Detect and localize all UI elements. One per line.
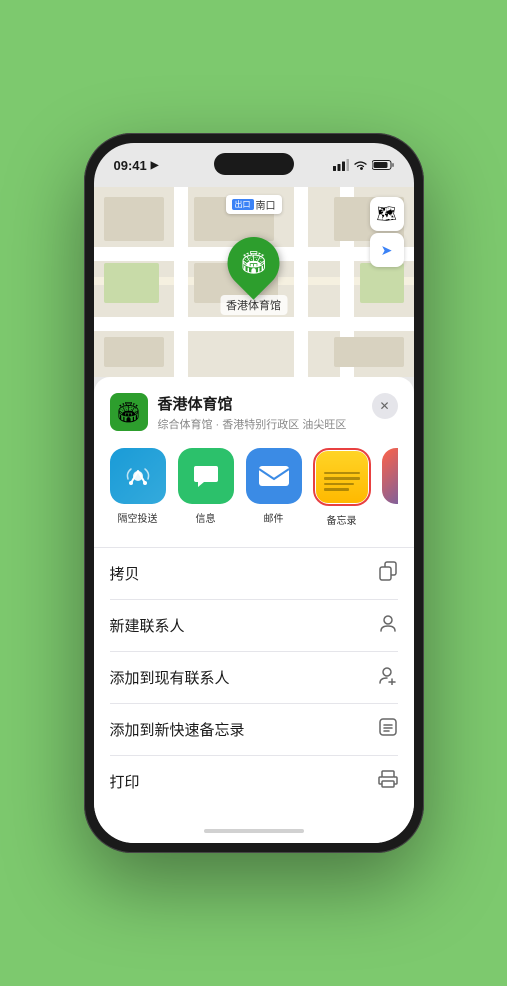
bottom-sheet: 🏟 香港体育馆 综合体育馆 · 香港特别行政区 油尖旺区 ✕ xyxy=(94,377,414,823)
location-pin: 🏟 香港体育馆 xyxy=(220,237,287,315)
place-text: 香港体育馆 综合体育馆 · 香港特别行政区 油尖旺区 xyxy=(158,393,362,432)
add-existing-icon xyxy=(378,665,398,690)
map-block xyxy=(104,263,159,303)
share-row: 隔空投送 信息 xyxy=(110,448,398,531)
messages-icon-wrap xyxy=(178,448,234,504)
action-label-copy: 拷贝 xyxy=(110,563,140,584)
status-icons xyxy=(333,159,394,171)
action-label-new-contact: 新建联系人 xyxy=(110,615,185,636)
map-block xyxy=(360,263,404,303)
road xyxy=(174,187,188,377)
map-type-button[interactable]: 🗺 xyxy=(370,197,404,231)
road xyxy=(94,317,414,331)
location-button[interactable]: ➤ xyxy=(370,233,404,267)
action-label-add-notes: 添加到新快速备忘录 xyxy=(110,719,245,740)
map-block xyxy=(334,337,404,367)
signal-icon xyxy=(333,159,349,171)
notes-icon-wrap xyxy=(316,451,368,503)
share-item-airdrop[interactable]: 隔空投送 xyxy=(110,448,166,527)
place-subtitle: 综合体育馆 · 香港特别行政区 油尖旺区 xyxy=(158,416,362,432)
map-block xyxy=(104,197,164,241)
action-row-print[interactable]: 打印 xyxy=(110,756,398,807)
new-contact-icon xyxy=(378,613,398,638)
action-row-copy[interactable]: 拷贝 xyxy=(110,548,398,600)
place-icon: 🏟 xyxy=(110,393,148,431)
home-indicator xyxy=(204,829,304,833)
airdrop-label: 隔空投送 xyxy=(118,510,158,525)
home-indicator-bar xyxy=(94,823,414,843)
road xyxy=(294,187,308,377)
pin-circle: 🏟 xyxy=(217,226,291,300)
action-row-new-contact[interactable]: 新建联系人 xyxy=(110,600,398,652)
share-item-messages[interactable]: 信息 xyxy=(178,448,234,527)
airdrop-icon-wrap xyxy=(110,448,166,504)
mail-label: 邮件 xyxy=(264,510,284,525)
action-label-print: 打印 xyxy=(110,771,140,792)
notes-label: 备忘录 xyxy=(327,512,357,527)
notes-lines xyxy=(324,472,360,491)
place-info: 🏟 香港体育馆 综合体育馆 · 香港特别行政区 油尖旺区 ✕ xyxy=(110,393,398,432)
notes-line xyxy=(324,488,349,491)
share-item-mail[interactable]: 邮件 xyxy=(246,448,302,527)
status-time: 09:41 ▶ xyxy=(114,158,159,173)
phone-frame: 09:41 ▶ xyxy=(84,133,424,853)
add-notes-icon xyxy=(378,717,398,742)
action-label-add-existing: 添加到现有联系人 xyxy=(110,667,230,688)
dynamic-island xyxy=(214,153,294,175)
messages-icon xyxy=(190,460,222,492)
map-label-text: 南口 xyxy=(256,197,276,212)
notes-line xyxy=(324,477,360,480)
notes-line xyxy=(324,483,355,486)
wifi-icon xyxy=(353,159,368,171)
map-label-tag: 出口 xyxy=(232,199,254,210)
pin-emoji: 🏟 xyxy=(240,250,268,276)
mail-icon-wrap xyxy=(246,448,302,504)
more-icon-wrap xyxy=(382,448,398,504)
mail-icon xyxy=(257,461,291,491)
share-item-notes[interactable]: 备忘录 xyxy=(314,448,370,527)
action-row-add-existing[interactable]: 添加到现有联系人 xyxy=(110,652,398,704)
close-button[interactable]: ✕ xyxy=(372,393,398,419)
airdrop-icon xyxy=(123,461,153,491)
location-arrow-icon: ▶ xyxy=(151,160,159,171)
notes-line xyxy=(324,472,360,475)
map-label: 出口 南口 xyxy=(226,195,282,214)
place-name: 香港体育馆 xyxy=(158,393,362,414)
print-icon xyxy=(378,769,398,794)
action-row-add-notes[interactable]: 添加到新快速备忘录 xyxy=(110,704,398,756)
share-item-more[interactable]: 推 xyxy=(382,448,398,527)
notes-highlight-border xyxy=(313,448,371,506)
phone-screen: 09:41 ▶ xyxy=(94,143,414,843)
map-block xyxy=(104,337,164,367)
copy-icon xyxy=(378,561,398,586)
map-area: 出口 南口 🏟 香港体育馆 🗺 ➤ xyxy=(94,187,414,377)
messages-label: 信息 xyxy=(196,510,216,525)
battery-icon xyxy=(372,159,394,171)
map-controls: 🗺 ➤ xyxy=(370,197,404,267)
